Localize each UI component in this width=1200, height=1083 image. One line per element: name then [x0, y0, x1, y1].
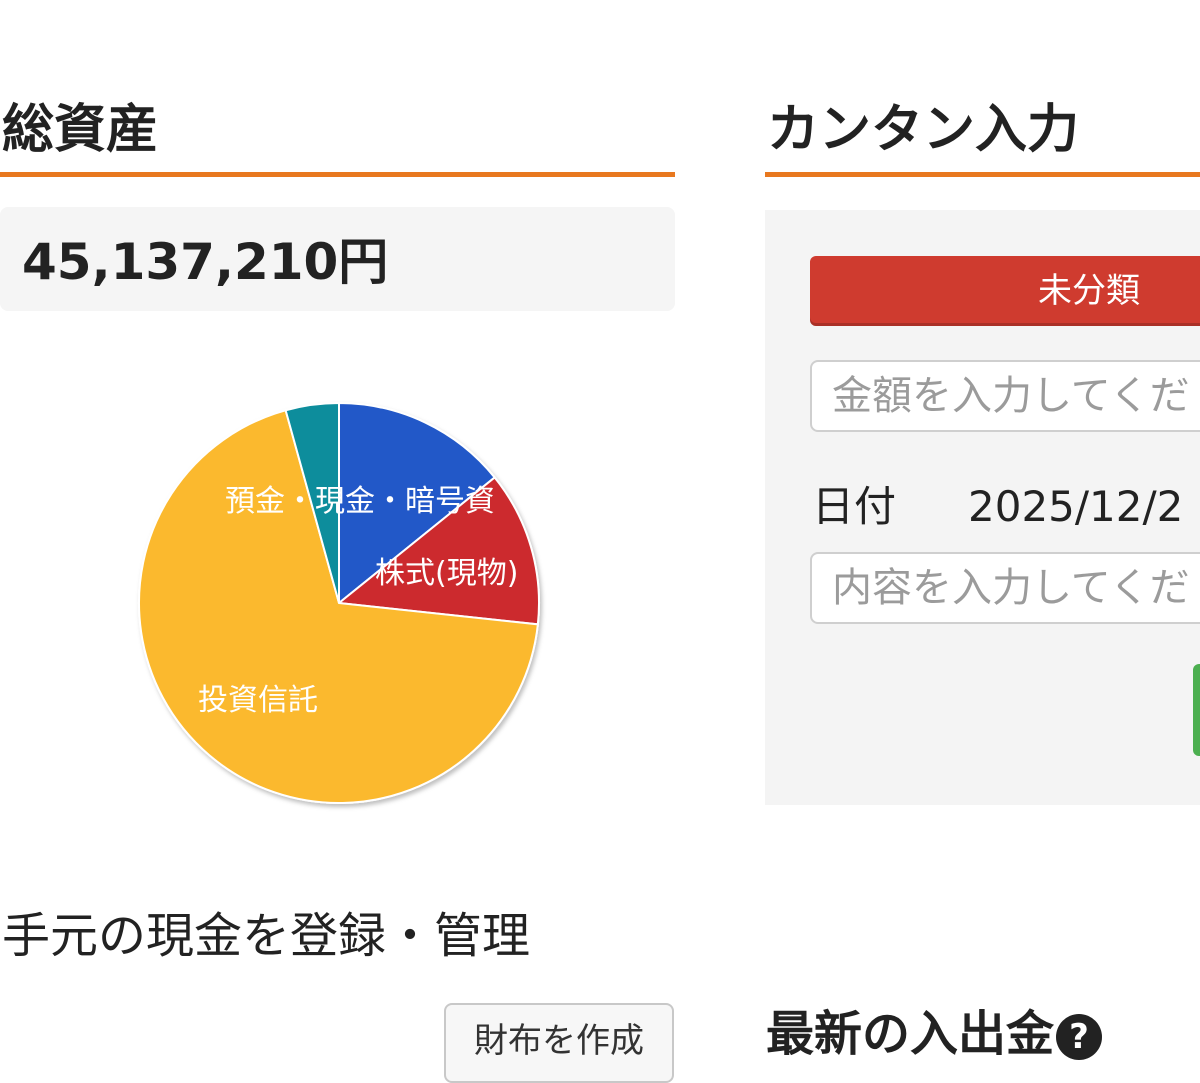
pie-label-0: 預金・現金・暗号資 [225, 484, 495, 519]
total-assets-value: 45,137,210円 [22, 233, 389, 291]
total-assets-title-underline [0, 172, 675, 177]
submit-button-edge[interactable] [1193, 664, 1200, 756]
help-icon[interactable]: ? [1056, 1014, 1103, 1060]
date-label: 日付 [812, 482, 897, 531]
pie-label-1: 株式(現物) [375, 556, 518, 591]
pie-slices [138, 401, 540, 804]
asset-allocation-pie-chart: 預金・現金・暗号資株式(現物) 投資信託 [138, 401, 540, 804]
latest-transactions-heading: 最新の入出金? [766, 1006, 1103, 1064]
quick-input-title: カンタン入力 [767, 100, 1080, 160]
content-input[interactable] [810, 552, 1200, 624]
total-assets-box: 45,137,210円 [0, 207, 675, 311]
create-wallet-button[interactable]: 財布を作成 [444, 1003, 674, 1083]
quick-input-title-underline [765, 172, 1200, 177]
total-assets-title: 総資産 [2, 100, 159, 160]
cash-management-heading: 手元の現金を登録・管理 [2, 908, 531, 964]
date-value[interactable]: 2025/12/2 [968, 482, 1183, 532]
latest-transactions-label: 最新の入出金 [766, 1006, 1055, 1062]
amount-input[interactable] [810, 360, 1200, 432]
category-button[interactable]: 未分類 [810, 256, 1200, 326]
pie-label-2: 投資信託 [198, 683, 318, 718]
